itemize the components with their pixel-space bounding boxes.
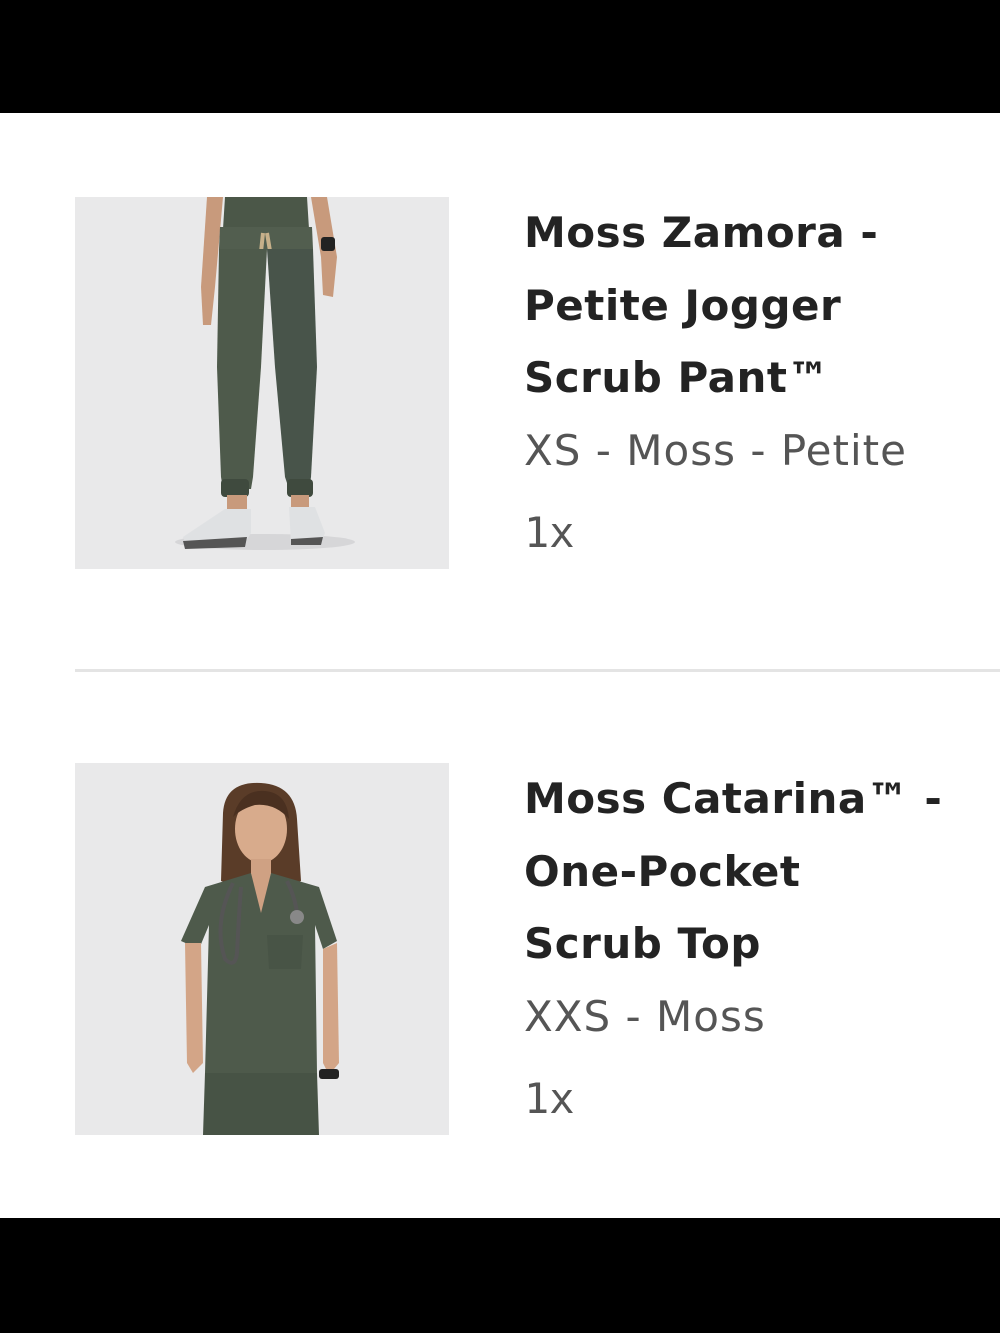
product-title[interactable]: Moss Zamora - Petite Jogger Scrub Pant™	[524, 197, 994, 415]
screen: Moss Zamora - Petite Jogger Scrub Pant™ …	[0, 0, 1000, 1333]
product-quantity: 1x	[524, 1073, 575, 1123]
product-variant: XXS - Moss	[524, 991, 766, 1041]
cart-item[interactable]: Moss Catarina™ - One-Pocket Scrub Top XX…	[75, 763, 1000, 1135]
product-info: Moss Catarina™ - One-Pocket Scrub Top XX…	[524, 763, 994, 1127]
product-title-line: Scrub Top	[524, 919, 761, 968]
product-image-scrub-top[interactable]	[75, 763, 449, 1135]
jogger-pant-illustration	[75, 197, 449, 569]
product-title-line: Moss Zamora -	[524, 208, 879, 257]
top-black-bar	[0, 0, 1000, 113]
product-title-line: Petite Jogger	[524, 280, 842, 330]
bottom-black-bar	[0, 1218, 1000, 1333]
cart-item-list: Moss Zamora - Petite Jogger Scrub Pant™ …	[0, 113, 1000, 1218]
product-title-line: One-Pocket	[524, 846, 801, 896]
product-title[interactable]: Moss Catarina™ - One-Pocket Scrub Top	[524, 763, 994, 981]
product-variant: XS - Moss - Petite	[524, 425, 907, 475]
product-title-line: Moss Catarina™ -	[524, 774, 943, 823]
item-divider	[75, 669, 1000, 672]
cart-item[interactable]: Moss Zamora - Petite Jogger Scrub Pant™ …	[75, 197, 1000, 569]
product-image-jogger-pant[interactable]	[75, 197, 449, 569]
product-title-line: Scrub Pant™	[524, 353, 830, 402]
product-info: Moss Zamora - Petite Jogger Scrub Pant™ …	[524, 197, 994, 561]
scrub-top-illustration	[75, 763, 449, 1135]
product-quantity: 1x	[524, 507, 575, 557]
